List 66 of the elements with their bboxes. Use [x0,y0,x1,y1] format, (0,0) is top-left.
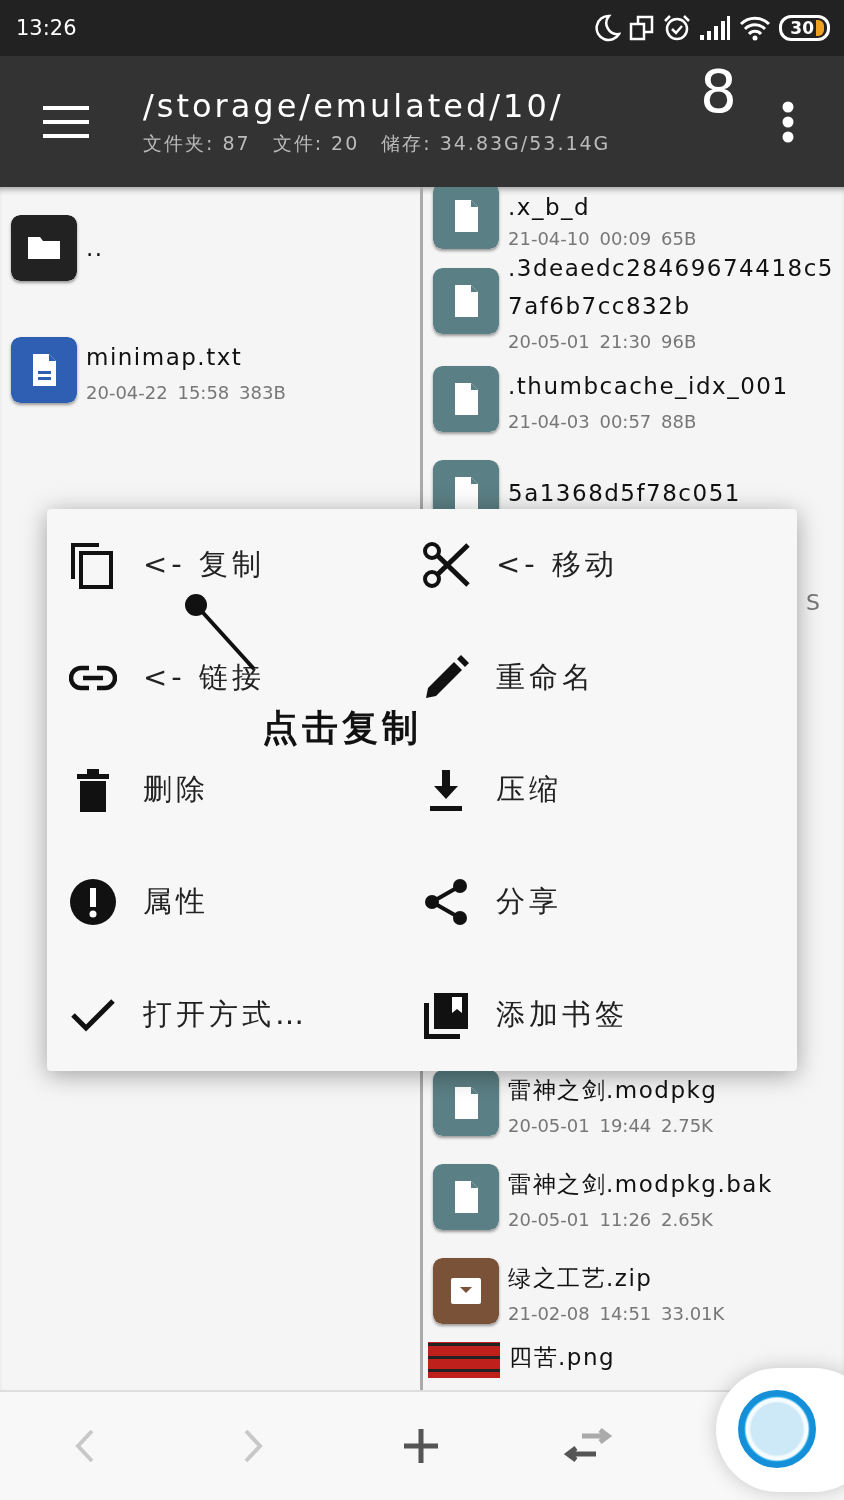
bookmarks-icon [422,990,470,1039]
folder-stat: 文件: 20 [272,130,360,156]
exclamation-icon [69,878,117,927]
file-row[interactable]: .thumbcache_idx_001 21-04-03 00:57 88B [423,352,844,446]
file-name: minimap.txt [86,342,244,372]
more-options-button[interactable] [781,101,795,143]
battery-indicator: 30 [779,15,830,41]
file-details: 21-02-08 14:51 33.01K [508,1302,725,1324]
file-name: 雷神之剑.modpkg [508,1075,718,1105]
file-icon [433,366,499,432]
file-name: 雷神之剑.modpkg.bak [508,1169,773,1199]
file-details: 21-04-03 00:57 88B [508,410,698,432]
file-row[interactable]: 雷神之剑.modpkg.bak 20-05-01 11:26 2.65K [423,1150,844,1244]
file-name: 绿之工艺.zip [508,1263,654,1293]
clock-time: 13:26 [16,16,77,40]
menu-item[interactable]: 添加书签 [422,990,628,1039]
file-name: .3deaedc28469674418c57af6b7cc832b [508,254,834,321]
menu-item[interactable]: 删除 [69,765,209,814]
file-name: .. [86,234,104,263]
moon-icon [595,14,622,42]
file-row[interactable]: 雷神之剑.modpkg 20-05-01 19:44 2.75K [423,1056,844,1150]
file-row[interactable]: .. [0,201,420,295]
signal-icon [699,15,732,41]
menu-item[interactable]: 属性 [69,878,209,927]
file-details: 21-04-10 00:09 65B [508,228,697,249]
file-name: 四苦.png [509,1343,616,1372]
alarm-icon [663,14,692,42]
file-details: 20-05-01 19:44 2.75K [508,1114,714,1136]
menu-item[interactable]: <- 复制 [69,541,265,590]
dual-window-icon [629,14,656,42]
chevron-left-icon [75,1429,95,1463]
file-name: S [806,590,820,615]
chevron-right-icon [243,1429,263,1463]
file-row[interactable]: .3deaedc28469674418c57af6b7cc832b 20-05-01 21:30 96B [423,249,844,352]
file-details: 20-05-01 11:26 2.65K [508,1208,714,1230]
wifi-icon [739,15,772,41]
file-row[interactable]: .x_b_d 21-04-10 00:09 65B [423,187,844,249]
file-name: .thumbcache_idx_001 [508,371,789,401]
menu-item[interactable]: 压缩 [422,765,562,814]
menu-item[interactable]: 分享 [422,878,562,927]
file-icon [11,337,77,403]
folder-path: /storage/emulated/10/ [143,86,565,125]
file-details: 20-05-01 21:30 96B [508,331,698,352]
menu-item[interactable]: <- 移动 [422,541,618,590]
archive-icon [433,1258,499,1324]
floating-assistant-button[interactable] [716,1368,844,1492]
file-name: 5a1368d5f78c051 [508,479,741,508]
file-name: .x_b_d [508,193,592,222]
file-row[interactable]: 绿之工艺.zip 21-02-08 14:51 33.01K [423,1244,844,1338]
share-icon [422,878,470,927]
scissors-icon [422,541,470,590]
file-icon [433,1164,499,1230]
folder-stat: 文件夹: 87 [143,130,251,156]
menu-button[interactable] [43,105,89,138]
menu-item[interactable]: <- 链接 [69,653,265,702]
menu-item[interactable]: 打开方式… [69,990,308,1039]
file-row[interactable]: 四苦.png [423,1338,844,1378]
file-icon [433,187,499,249]
file-icon [433,267,499,334]
file-row[interactable]: minimap.txt 20-04-22 15:58 383B [0,323,420,417]
folder-icon [11,215,77,281]
overlay-number: 8 [700,58,737,126]
folder-stat: 储存: 34.83G/53.14G [381,130,611,156]
file-details: 20-04-22 15:58 383B [86,381,286,403]
menu-item[interactable]: 重命名 [422,653,595,702]
annotation-text: 点击复制 [262,706,422,750]
